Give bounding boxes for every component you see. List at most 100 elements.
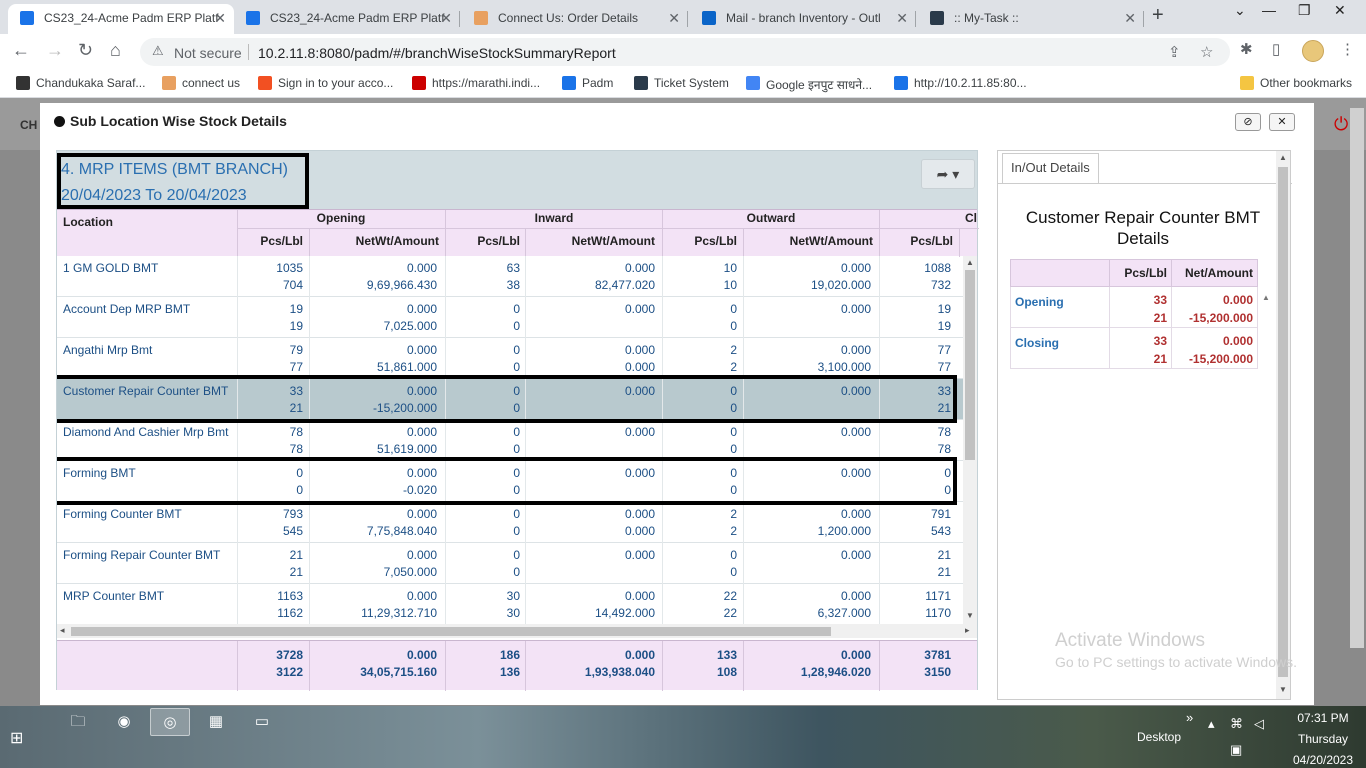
col-location[interactable]: Location — [63, 215, 113, 229]
address-bar[interactable]: ⚠ Not secure 10.2.11.8:8080/padm/#/branc… — [140, 38, 1230, 66]
table-vertical-scrollbar[interactable]: ▲ ▼ — [963, 256, 977, 624]
power-icon[interactable]: ⏻ — [1334, 114, 1348, 135]
sub-opening-pcs[interactable]: Pcs/Lbl — [237, 234, 303, 248]
details-row[interactable]: Opening 33 21 0.000 -15,200.000 — [1010, 287, 1258, 328]
location-cell[interactable]: Diamond And Cashier Mrp Bmt — [63, 424, 228, 441]
tab-close-icon[interactable]: ✕ — [440, 4, 452, 32]
location-cell[interactable]: Angathi Mrp Bmt — [63, 342, 152, 359]
sub-closing-pcs[interactable]: Pcs/Lbl — [879, 234, 953, 248]
sub-outward-amt[interactable]: NetWt/Amount — [743, 234, 873, 248]
details-scrollbar[interactable]: ▲ ▼ — [1276, 151, 1290, 699]
not-secure-label[interactable]: Not secure — [174, 45, 242, 61]
close-window-button[interactable]: ✕ — [1334, 2, 1346, 19]
inner-scroll-up-icon[interactable]: ▲ — [1262, 293, 1270, 302]
profile-avatar[interactable] — [1302, 40, 1324, 62]
browser-tab[interactable]: CS23_24-Acme Padm ERP Platf ✕ — [8, 4, 234, 34]
tab-search-icon[interactable]: ⌄ — [1234, 2, 1246, 19]
bookmark-item[interactable]: Chandukaka Saraf... — [16, 76, 145, 90]
browser-tab[interactable]: :: My-Task :: ✕ — [918, 4, 1144, 34]
bookmark-label: connect us — [182, 76, 241, 90]
windows-start-icon[interactable]: ⊞ — [10, 728, 23, 748]
table-row[interactable]: MRP Counter BMT 1163 1162 0.000 11,29,312.71… — [57, 584, 963, 624]
firefox-icon[interactable]: ◉ — [104, 708, 144, 736]
scroll-up-icon[interactable]: ▲ — [1279, 153, 1287, 162]
tab-close-icon[interactable]: ✕ — [668, 4, 680, 32]
bookmark-star-icon[interactable]: ☆ — [1200, 43, 1213, 61]
browser-tab[interactable]: CS23_24-Acme Padm ERP Platf ✕ — [234, 4, 460, 34]
bookmark-item[interactable]: https://marathi.indi... — [412, 76, 540, 90]
scroll-down-icon[interactable]: ▼ — [1279, 685, 1287, 694]
table-row[interactable]: Angathi Mrp Bmt 79 77 0.000 51,861.000 0 0 0.00… — [57, 338, 963, 379]
scroll-thumb[interactable] — [1278, 167, 1288, 677]
scroll-thumb[interactable] — [71, 627, 831, 636]
tab-in-out-details[interactable]: In/Out Details — [1002, 153, 1099, 183]
col-divider — [743, 543, 744, 584]
share-icon[interactable]: ⇪ — [1168, 43, 1181, 61]
overflow-chevron-icon[interactable]: » — [1186, 710, 1193, 725]
home-icon[interactable]: ⌂ — [110, 40, 121, 61]
activate-windows-watermark: Activate Windows Go to PC settings to ac… — [1055, 630, 1297, 670]
location-cell[interactable]: Account Dep MRP BMT — [63, 301, 190, 318]
file-explorer-icon[interactable]: 🗀 — [58, 708, 98, 736]
back-icon[interactable]: ← — [12, 40, 30, 61]
col-divider — [525, 228, 526, 257]
table-row[interactable]: Account Dep MRP BMT 19 19 0.000 7,025.000 0 0 0… — [57, 297, 963, 338]
extensions-icon[interactable]: ✱ — [1240, 40, 1253, 58]
totals-row: 3728 3122 0.000 34,05,715.160 186 136 0.000… — [57, 640, 977, 691]
tab-close-icon[interactable]: ✕ — [1124, 4, 1136, 32]
reload-icon[interactable]: ↻ — [78, 40, 93, 61]
bookmark-item[interactable]: Google इनपुट साधने... — [746, 76, 872, 93]
table-row[interactable]: Forming Counter BMT 793 545 0.000 7,75,848.0… — [57, 502, 963, 543]
bookmark-item[interactable]: Padm — [562, 76, 613, 90]
sub-inward-amt[interactable]: NetWt/Amount — [525, 234, 655, 248]
chrome-icon[interactable]: ◎ — [150, 708, 190, 736]
forward-icon[interactable]: → — [46, 40, 64, 61]
calculator-icon[interactable]: ▦ — [196, 708, 236, 736]
sub-inward-pcs[interactable]: Pcs/Lbl — [446, 234, 520, 248]
scroll-down-icon[interactable]: ▼ — [966, 611, 974, 620]
volume-icon[interactable]: ◁ — [1254, 716, 1264, 732]
table-row[interactable]: Forming Repair Counter BMT 21 21 0.000 7,050… — [57, 543, 963, 584]
location-cell[interactable]: Forming Repair Counter BMT — [63, 547, 220, 564]
minimize-button[interactable]: — — [1262, 2, 1276, 18]
sub-outward-pcs[interactable]: Pcs/Lbl — [663, 234, 737, 248]
table-row[interactable]: 1 GM GOLD BMT 1035 704 0.000 9,69,966.430 63 3… — [57, 256, 963, 297]
table-horizontal-scrollbar[interactable]: ◂ ▸ — [57, 624, 977, 638]
scroll-up-icon[interactable]: ▲ — [966, 258, 974, 267]
scroll-left-icon[interactable]: ◂ — [60, 625, 65, 636]
bookmark-item[interactable]: http://10.2.11.85:80... — [894, 76, 1027, 90]
scroll-right-icon[interactable]: ▸ — [965, 625, 970, 636]
scroll-thumb[interactable] — [965, 270, 975, 460]
maximize-button[interactable]: ❐ — [1298, 2, 1311, 19]
url-text[interactable]: 10.2.11.8:8080/padm/#/branchWiseStockSum… — [258, 45, 616, 61]
tab-close-icon[interactable]: ✕ — [214, 4, 226, 32]
export-share-button[interactable]: ➦ ▾ — [921, 159, 975, 189]
hide-icon-button[interactable]: ⊘ — [1235, 113, 1261, 131]
desktop-toolbar[interactable]: Desktop — [1137, 730, 1181, 744]
browser-tab[interactable]: Mail - branch Inventory - Outl ✕ — [690, 4, 916, 34]
bookmark-item[interactable]: Sign in to your acco... — [258, 76, 393, 90]
bookmark-item[interactable]: connect us — [162, 76, 240, 90]
location-cell[interactable]: 1 GM GOLD BMT — [63, 260, 158, 277]
network-icon[interactable]: ⌘ — [1230, 716, 1243, 732]
warning-icon[interactable]: ⚠ — [152, 43, 164, 59]
device-icon[interactable]: ▣ — [1230, 742, 1242, 758]
menu-kebab-icon[interactable]: ⋮ — [1340, 40, 1355, 58]
system-clock[interactable]: 07:31 PM Thursday 04/20/2023 — [1288, 710, 1358, 768]
location-cell[interactable]: MRP Counter BMT — [63, 588, 164, 605]
sub-opening-amt[interactable]: NetWt/Amount — [309, 234, 439, 248]
bookmark-item[interactable]: Ticket System — [634, 76, 729, 90]
table-row[interactable]: Diamond And Cashier Mrp Bmt 78 78 0.000 51,6… — [57, 420, 963, 461]
col-divider — [1171, 260, 1172, 286]
location-cell[interactable]: Forming Counter BMT — [63, 506, 182, 523]
page-scrollbar[interactable] — [1350, 108, 1364, 648]
other-bookmarks[interactable]: Other bookmarks — [1240, 76, 1352, 90]
tray-up-icon[interactable]: ▴ — [1208, 716, 1215, 732]
browser-tab[interactable]: Connect Us: Order Details ✕ — [462, 4, 688, 34]
sidepanel-icon[interactable]: ▯ — [1272, 40, 1280, 58]
modal-close-button[interactable]: ✕ — [1269, 113, 1295, 131]
new-tab-button[interactable]: + — [1152, 4, 1164, 27]
tab-close-icon[interactable]: ✕ — [896, 4, 908, 32]
window-icon[interactable]: ▭ — [242, 708, 282, 736]
details-row[interactable]: Closing 33 21 0.000 -15,200.000 — [1010, 328, 1258, 369]
